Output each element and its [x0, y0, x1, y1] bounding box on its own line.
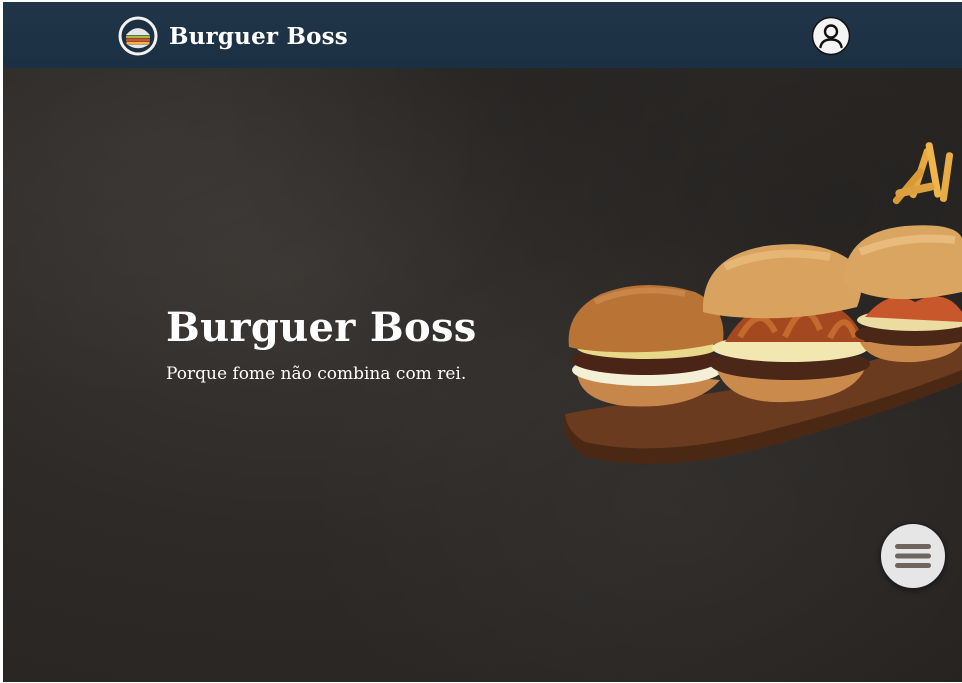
brand-name: Burguer Boss — [169, 22, 348, 50]
navbar: Burguer Boss — [3, 2, 962, 68]
hero-subtitle: Porque fome não combina com rei. — [166, 364, 467, 384]
user-circle-icon — [811, 16, 851, 56]
menu-fab-button[interactable] — [880, 523, 946, 589]
burger-logo-icon — [117, 15, 159, 57]
fries-icon — [892, 142, 954, 205]
brand[interactable]: Burguer Boss — [117, 15, 348, 57]
profile-button[interactable] — [811, 16, 851, 56]
hero-title: Burguer Boss — [166, 304, 477, 351]
page-frame: Burguer Boss Burguer Boss Porque fome nã… — [3, 2, 962, 682]
burgers-image — [563, 142, 962, 464]
hamburger-menu-icon — [895, 544, 931, 568]
